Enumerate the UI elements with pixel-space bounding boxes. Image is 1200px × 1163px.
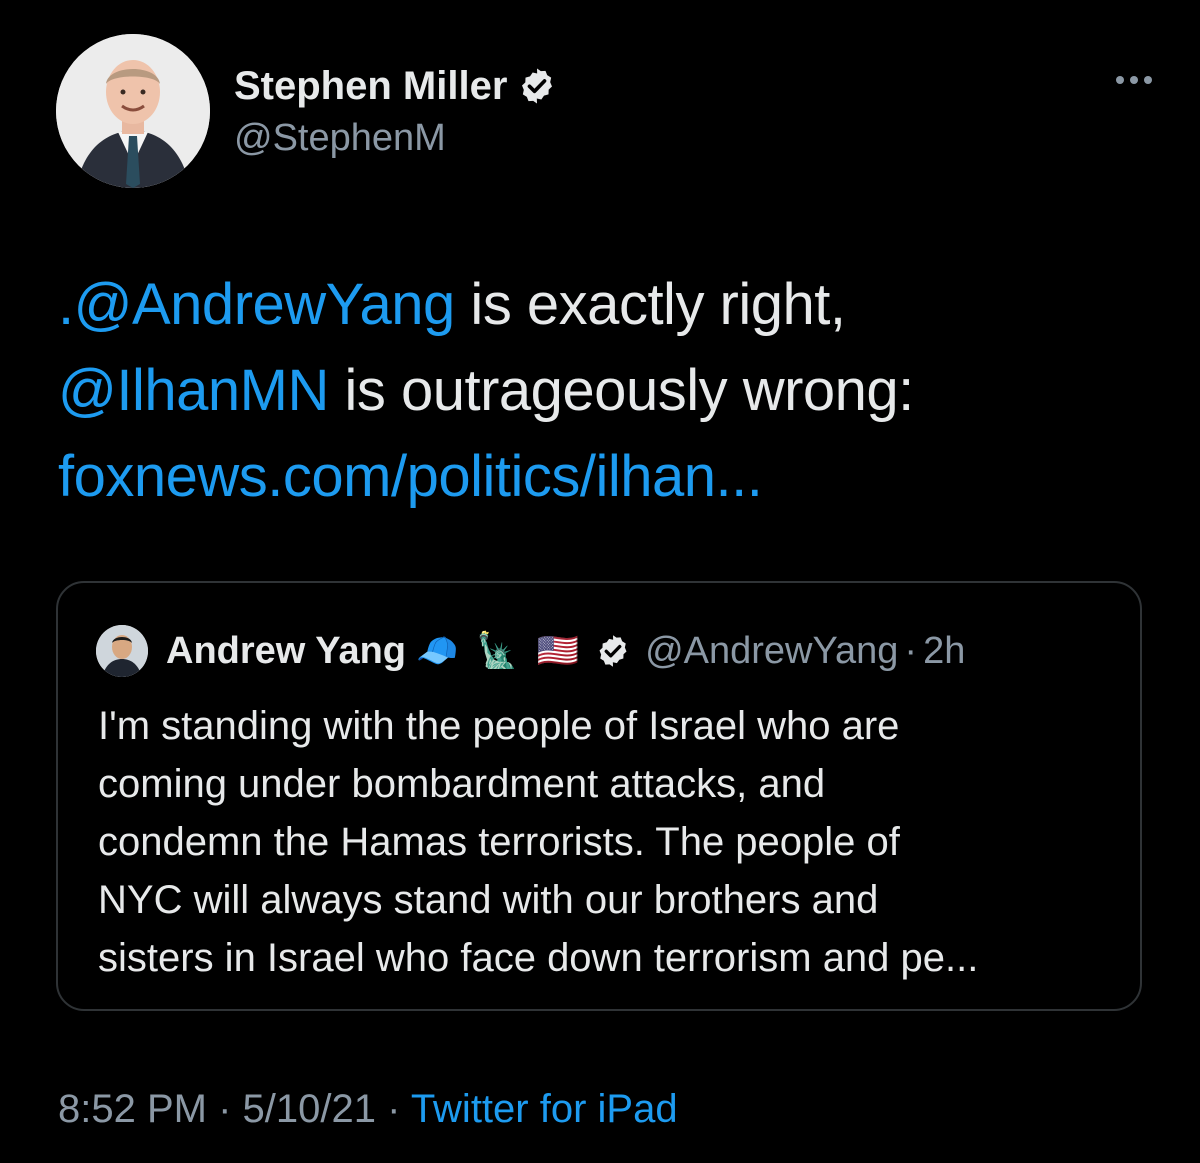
quoted-line-5: sisters in Israel who face down terroris…: [98, 936, 979, 980]
statue-of-liberty-emoji-icon: 🗽: [476, 632, 519, 670]
verified-badge-icon: [522, 68, 553, 104]
author-info: Stephen Miller @StephenM: [234, 62, 557, 162]
quoted-verified-badge-icon: [599, 635, 627, 667]
quoted-avatar-photo-icon: [96, 625, 148, 677]
quoted-author-handle[interactable]: @AndrewYang: [645, 630, 898, 673]
tweet-footer: 8:52 PM · 5/10/21 · Twitter for iPad: [58, 1084, 678, 1134]
quoted-line-2: coming under bombardment attacks, and: [98, 762, 826, 806]
tweet-date[interactable]: 5/10/21: [243, 1087, 376, 1131]
quoted-author-avatar[interactable]: [96, 625, 148, 677]
quoted-separator: ·: [904, 629, 918, 672]
quoted-author-name[interactable]: Andrew Yang: [166, 630, 406, 673]
more-horizontal-icon[interactable]: [1112, 70, 1156, 90]
quoted-line-4: NYC will always stand with our brothers …: [98, 878, 879, 922]
cap-emoji-icon: 🧢: [416, 632, 459, 670]
us-flag-emoji-icon: 🇺🇸: [536, 632, 580, 670]
tweet-header: Stephen Miller @StephenM: [56, 34, 1156, 194]
tweet-line-1: .@AndrewYang is exactly right,: [58, 262, 1158, 348]
quoted-timestamp[interactable]: 2h: [923, 630, 965, 673]
mention-ilhanmn[interactable]: @IlhanMN: [58, 358, 329, 423]
author-handle[interactable]: @StephenM: [234, 114, 557, 162]
tweet-text-1: is exactly right,: [454, 272, 846, 337]
quoted-tweet-text: I'm standing with the people of Israel w…: [98, 697, 1118, 987]
tweet-text: .@AndrewYang is exactly right, @IlhanMN …: [58, 262, 1158, 520]
footer-separator-1: ·: [206, 1087, 243, 1131]
author-display-name[interactable]: Stephen Miller: [234, 62, 507, 110]
footer-separator-2: ·: [375, 1087, 411, 1131]
author-avatar[interactable]: [56, 34, 210, 188]
tweet-line-2: @IlhanMN is outrageously wrong:: [58, 348, 1158, 434]
quoted-line-1: I'm standing with the people of Israel w…: [98, 704, 900, 748]
quoted-tweet-header: Andrew Yang 🧢 🗽 🇺🇸 @AndrewYang · 2h: [96, 623, 965, 679]
tweet: Stephen Miller @StephenM .@AndrewYang is…: [0, 0, 1200, 1163]
quoted-line-3: condemn the Hamas terrorists. The people…: [98, 820, 900, 864]
author-display-name-row[interactable]: Stephen Miller: [234, 62, 557, 110]
quoted-tweet[interactable]: Andrew Yang 🧢 🗽 🇺🇸 @AndrewYang · 2h I'm …: [56, 581, 1142, 1011]
article-link[interactable]: foxnews.com/politics/ilhan...: [58, 444, 763, 509]
tweet-time[interactable]: 8:52 PM: [58, 1087, 207, 1131]
tweet-text-2: is outrageously wrong:: [328, 358, 914, 423]
tweet-source[interactable]: Twitter for iPad: [411, 1087, 678, 1131]
mention-andrewyang[interactable]: .@AndrewYang: [58, 272, 455, 337]
tweet-line-3: foxnews.com/politics/ilhan...: [58, 434, 1158, 520]
author-avatar-photo-icon: [56, 34, 210, 188]
